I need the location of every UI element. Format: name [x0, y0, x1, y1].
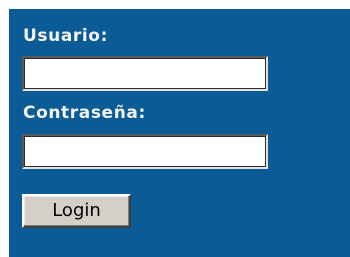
- login-button[interactable]: Login: [22, 194, 131, 228]
- username-label: Usuario:: [23, 26, 108, 46]
- password-label: Contraseña:: [23, 103, 146, 123]
- username-input[interactable]: [22, 56, 268, 91]
- password-input[interactable]: [22, 134, 268, 169]
- login-panel: Usuario: Contraseña: Login: [9, 9, 350, 257]
